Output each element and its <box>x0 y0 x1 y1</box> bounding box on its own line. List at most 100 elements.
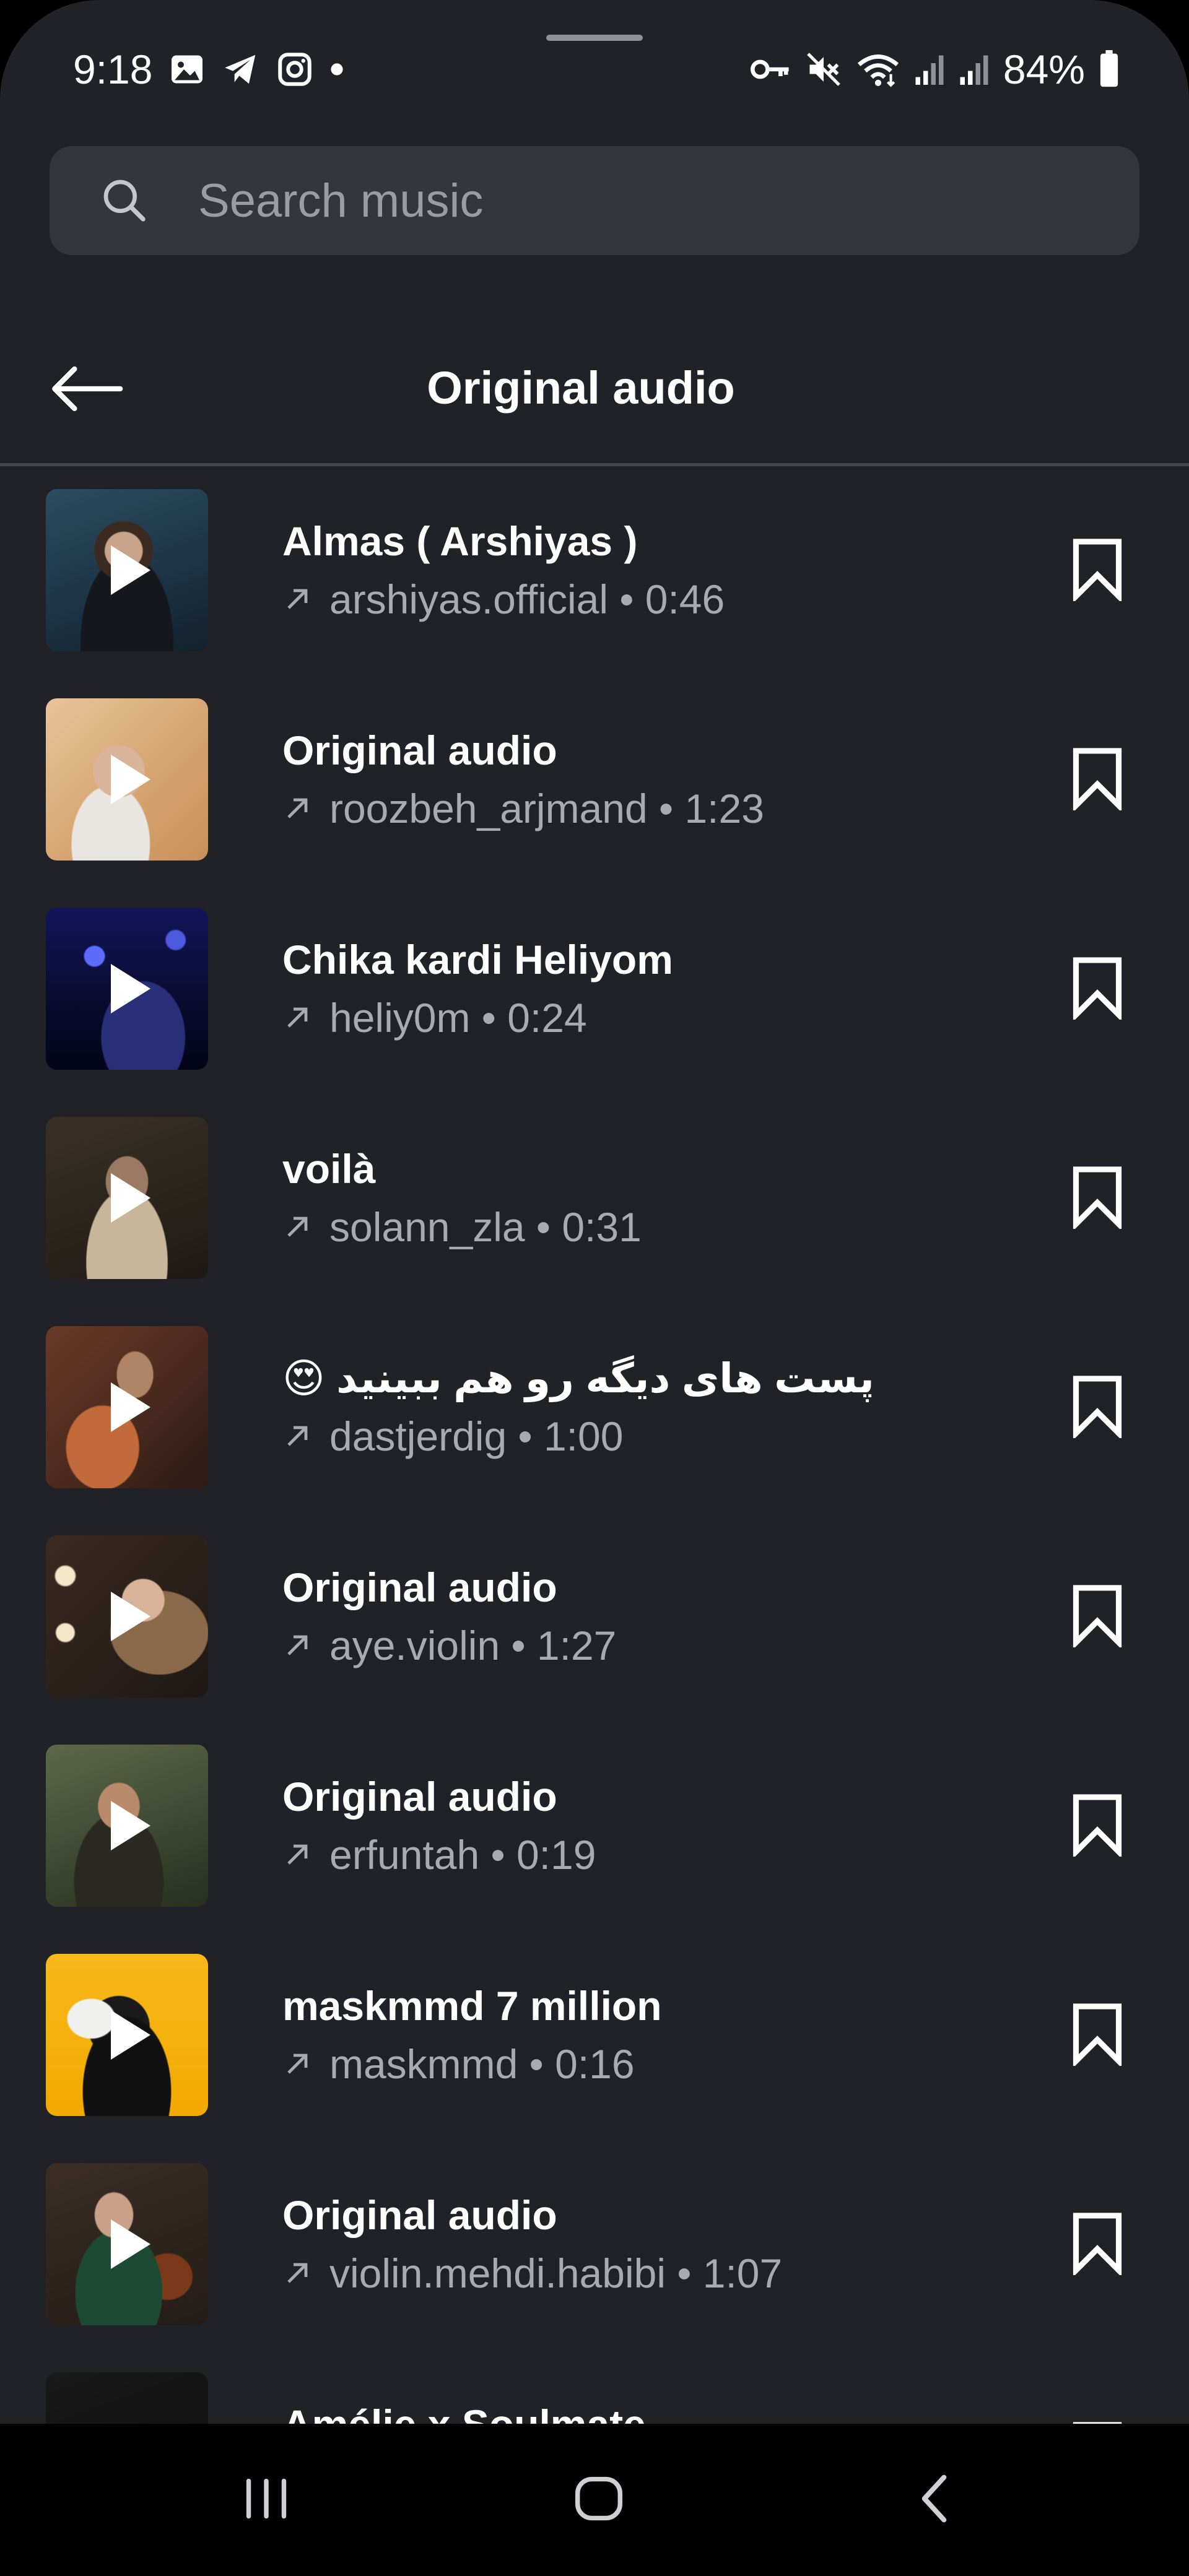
track-row[interactable]: Almas ( Arshiyas ) arshiyas.official • 0… <box>0 489 1189 698</box>
track-row[interactable]: Original audio violin.mehdi.habibi • 1:0… <box>0 2163 1189 2372</box>
track-artist-duration: violin.mehdi.habibi • 1:07 <box>329 2250 783 2296</box>
dot-icon <box>329 62 344 77</box>
telegram-icon <box>222 50 260 89</box>
track-artist-duration: dastjerdig • 1:00 <box>329 1413 624 1459</box>
trending-arrow-icon <box>282 2049 312 2079</box>
track-title: Almas ( Arshiyas ) <box>282 518 638 564</box>
save-button[interactable] <box>1060 1367 1135 1447</box>
track-thumbnail[interactable] <box>46 908 208 1070</box>
track-row[interactable]: پست های دیگه رو هم ببینید 😍 dastjerdig •… <box>0 1326 1189 1535</box>
bookmark-icon <box>1069 1792 1126 1860</box>
play-icon <box>111 545 150 595</box>
track-meta: roozbeh_arjmand • 1:23 <box>282 785 764 832</box>
save-button[interactable] <box>1060 2204 1135 2284</box>
track-thumbnail[interactable] <box>46 1117 208 1279</box>
track-thumbnail[interactable] <box>46 698 208 861</box>
search-bar[interactable] <box>50 146 1139 255</box>
track-meta: dastjerdig • 1:00 <box>282 1413 623 1460</box>
play-icon <box>111 1382 150 1432</box>
gallery-icon <box>168 51 206 88</box>
nav-back-button[interactable] <box>892 2461 978 2539</box>
search-input[interactable] <box>197 173 1139 228</box>
trending-arrow-icon <box>282 1421 312 1451</box>
track-meta: maskmmd • 0:16 <box>282 2040 635 2088</box>
recent-apps-button[interactable] <box>223 2461 310 2539</box>
sheet-drag-handle[interactable] <box>546 35 643 41</box>
track-title: voilà <box>282 1146 376 1192</box>
save-button[interactable] <box>1060 948 1135 1029</box>
track-row[interactable]: maskmmd 7 million maskmmd • 0:16 <box>0 1954 1189 2163</box>
track-meta: violin.mehdi.habibi • 1:07 <box>282 2250 782 2297</box>
track-row[interactable]: Chika kardi Heliyom heliy0m • 0:24 <box>0 908 1189 1117</box>
track-thumbnail[interactable] <box>46 1954 208 2116</box>
track-artist-duration: roozbeh_arjmand • 1:23 <box>329 786 764 831</box>
track-meta: heliy0m • 0:24 <box>282 994 587 1041</box>
bookmark-icon <box>1069 537 1126 604</box>
save-button[interactable] <box>1060 739 1135 820</box>
instagram-icon <box>276 51 313 88</box>
status-left: 9:18 <box>73 45 344 94</box>
track-row[interactable]: Original audio roozbeh_arjmand • 1:23 <box>0 698 1189 908</box>
header: Original audio <box>0 334 1189 446</box>
back-icon <box>917 2472 954 2528</box>
status-bar: 9:18 84% <box>0 45 1189 94</box>
track-title: Original audio <box>282 727 557 773</box>
bookmark-icon <box>1069 746 1126 813</box>
save-button[interactable] <box>1060 1158 1135 1238</box>
play-icon <box>111 2010 150 2060</box>
key-icon <box>750 54 791 85</box>
bookmark-icon <box>1069 2211 1126 2278</box>
track-thumbnail[interactable] <box>46 1535 208 1698</box>
track-thumbnail[interactable] <box>46 489 208 651</box>
status-right: 84% <box>750 45 1120 94</box>
save-button[interactable] <box>1060 1576 1135 1657</box>
track-title: Original audio <box>282 2192 557 2238</box>
track-row[interactable]: Amélie x Soulmate <box>0 2372 1189 2424</box>
recent-apps-icon <box>240 2476 293 2525</box>
trending-arrow-icon <box>282 794 312 823</box>
signal-icon <box>959 52 990 87</box>
track-list[interactable]: Almas ( Arshiyas ) arshiyas.official • 0… <box>0 489 1189 2424</box>
trending-arrow-icon <box>282 1212 312 1242</box>
save-button[interactable] <box>1060 530 1135 610</box>
track-title: Amélie x Soulmate <box>282 2401 646 2424</box>
search-icon <box>97 173 152 228</box>
track-artist-duration: heliy0m • 0:24 <box>329 995 587 1041</box>
track-artist-duration: solann_zla • 0:31 <box>329 1204 642 1250</box>
track-title: Chika kardi Heliyom <box>282 937 673 982</box>
system-nav-bar <box>0 2424 1189 2576</box>
track-meta: solann_zla • 0:31 <box>282 1203 642 1251</box>
track-artist-duration: aye.violin • 1:27 <box>329 1623 617 1668</box>
play-icon <box>111 1173 150 1223</box>
track-thumbnail[interactable] <box>46 1326 208 1488</box>
home-button[interactable] <box>555 2461 642 2539</box>
track-meta: aye.violin • 1:27 <box>282 1622 616 1669</box>
track-artist-duration: erfuntah • 0:19 <box>329 1832 596 1878</box>
battery-icon <box>1099 50 1120 89</box>
music-picker-screen: 9:18 84% Search music Original audio Alm… <box>0 0 1189 2576</box>
track-row[interactable]: Original audio erfuntah • 0:19 <box>0 1745 1189 1954</box>
track-thumbnail[interactable] <box>46 2372 208 2424</box>
play-icon <box>111 964 150 1013</box>
track-row[interactable]: Original audio aye.violin • 1:27 <box>0 1535 1189 1745</box>
play-icon <box>111 2219 150 2269</box>
header-divider <box>0 463 1189 466</box>
trending-arrow-icon <box>282 584 312 614</box>
status-time: 9:18 <box>73 46 153 92</box>
bookmark-icon <box>1069 955 1126 1023</box>
trending-arrow-icon <box>282 1003 312 1033</box>
track-thumbnail[interactable] <box>46 2163 208 2325</box>
save-button[interactable] <box>1060 1785 1135 1866</box>
bookmark-icon <box>1069 1583 1126 1650</box>
page-title: Original audio <box>427 362 735 414</box>
play-icon <box>111 1801 150 1850</box>
save-button[interactable] <box>1060 1995 1135 2075</box>
track-thumbnail[interactable] <box>46 1745 208 1907</box>
save-button[interactable] <box>1060 2413 1135 2424</box>
play-icon <box>111 1592 150 1641</box>
track-meta: erfuntah • 0:19 <box>282 1831 596 1878</box>
signal-icon <box>914 52 945 87</box>
track-artist-duration: arshiyas.official • 0:46 <box>329 576 725 622</box>
track-row[interactable]: voilà solann_zla • 0:31 <box>0 1117 1189 1326</box>
trending-arrow-icon <box>282 1840 312 1870</box>
